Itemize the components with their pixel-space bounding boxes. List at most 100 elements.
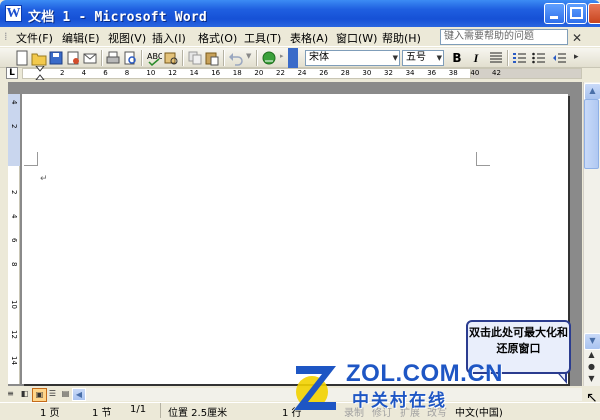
- ruler-tick: 24: [297, 69, 307, 77]
- bullet-list-icon[interactable]: [531, 50, 547, 66]
- reading-view-icon[interactable]: ▤: [59, 388, 72, 400]
- ruler-tick: 2: [10, 190, 18, 195]
- print-icon[interactable]: [105, 50, 121, 66]
- ruler-tick: 10: [10, 300, 18, 309]
- ruler-tick: 20: [254, 69, 264, 77]
- ruler-tick: 12: [168, 69, 177, 77]
- menu-format[interactable]: 格式(O): [198, 30, 237, 46]
- scroll-left-button[interactable]: ◀: [72, 388, 86, 401]
- outline-view-icon[interactable]: ☰: [46, 388, 59, 400]
- ruler-tick: 6: [10, 238, 18, 243]
- font-size-value: 五号: [406, 52, 426, 63]
- font-value: 宋体: [309, 52, 329, 63]
- menu-file[interactable]: 文件(F): [16, 30, 53, 46]
- scroll-down-button[interactable]: ▼: [584, 333, 600, 350]
- ruler-tick: 2: [10, 124, 18, 129]
- ruler-tick: 32: [384, 69, 393, 77]
- open-folder-icon[interactable]: [31, 50, 47, 66]
- ruler-margin: [8, 94, 20, 166]
- undo-dropdown-icon[interactable]: ▼: [246, 52, 251, 60]
- research-icon[interactable]: [163, 50, 179, 66]
- crop-mark: [24, 152, 38, 166]
- undo-icon[interactable]: [228, 50, 244, 66]
- ruler-tick: 6: [103, 69, 108, 77]
- ruler-tick: 28: [340, 69, 350, 77]
- menu-grip: ⁞: [4, 30, 8, 43]
- scrollbar-thumb[interactable]: [584, 99, 599, 169]
- ruler-tick: 34: [405, 69, 415, 77]
- watermark-brand-cn: 中关村在线: [352, 391, 447, 411]
- ruler-margin: [470, 68, 582, 79]
- ruler-tick: 16: [211, 69, 221, 77]
- web-view-icon[interactable]: ◧: [18, 388, 31, 400]
- toolbar-overflow-icon[interactable]: [288, 48, 298, 68]
- menu-table[interactable]: 表格(A): [290, 30, 328, 46]
- watermark-brand: ZOL.COM.CN: [346, 360, 503, 387]
- save-icon[interactable]: [48, 50, 64, 66]
- svg-text:ABC: ABC: [147, 52, 162, 61]
- ruler-tick: 2: [60, 69, 65, 77]
- crop-mark: [476, 152, 490, 166]
- word-icon[interactable]: W: [5, 5, 22, 22]
- ruler-tick: 30: [362, 69, 372, 77]
- paragraph-mark-icon: ↵: [40, 174, 48, 184]
- italic-button[interactable]: I: [468, 50, 484, 66]
- copy-icon[interactable]: [187, 50, 203, 66]
- help-search-input[interactable]: 键入需要帮助的问题: [440, 29, 568, 45]
- menu-insert[interactable]: 插入(I): [152, 30, 186, 46]
- toolbar-options-icon[interactable]: ▸: [280, 52, 284, 60]
- close-button[interactable]: [588, 3, 600, 24]
- toolbar-separator: [182, 50, 184, 66]
- scroll-up-button[interactable]: ▲: [584, 83, 600, 100]
- paste-icon[interactable]: [204, 50, 220, 66]
- font-size-select[interactable]: 五号 ▼: [402, 50, 444, 66]
- ruler-tick: 4: [81, 69, 87, 77]
- next-page-icon[interactable]: ▼: [585, 374, 598, 385]
- normal-view-icon[interactable]: ≡: [4, 388, 17, 400]
- status-page: 1 页: [40, 408, 60, 419]
- spelling-icon[interactable]: ABC: [146, 50, 162, 66]
- maximize-button[interactable]: [566, 3, 587, 24]
- indent-marker-icon[interactable]: [35, 66, 45, 80]
- status-pages: 1/1: [130, 404, 147, 415]
- toolbar-separator: [256, 50, 258, 66]
- ruler-tick: 42: [492, 69, 501, 77]
- maximize-icon: [570, 7, 583, 19]
- bold-button[interactable]: B: [449, 50, 465, 66]
- decrease-indent-icon[interactable]: [552, 50, 568, 66]
- tab-selector[interactable]: L: [6, 67, 18, 79]
- ruler-tick: 4: [10, 100, 18, 105]
- menu-window[interactable]: 窗口(W): [336, 30, 377, 46]
- font-select[interactable]: 宋体 ▼: [305, 50, 400, 66]
- select-browse-object-icon[interactable]: ●: [585, 362, 598, 373]
- ruler-tick: 8: [124, 69, 130, 77]
- close-icon[interactable]: ✕: [572, 31, 582, 45]
- hyperlink-icon[interactable]: [261, 50, 277, 66]
- print-preview-icon[interactable]: [122, 50, 138, 66]
- minimize-button[interactable]: [544, 3, 565, 24]
- align-justify-icon[interactable]: [488, 50, 504, 66]
- zol-logo-icon: [294, 366, 336, 410]
- menu-tools[interactable]: 工具(T): [244, 30, 281, 46]
- status-position: 位置 2.5厘米: [168, 408, 228, 419]
- new-document-icon[interactable]: [14, 50, 30, 66]
- ruler-tick: 40: [470, 69, 480, 77]
- numbered-list-icon[interactable]: [512, 50, 528, 66]
- ruler-tick: 22: [276, 69, 285, 77]
- ruler-tick: 8: [10, 262, 18, 267]
- permission-icon[interactable]: [65, 50, 81, 66]
- menu-edit[interactable]: 编辑(E): [62, 30, 100, 46]
- ruler-tick: 38: [448, 69, 458, 77]
- ruler-tick: 18: [232, 69, 242, 77]
- print-layout-icon[interactable]: ▣: [32, 388, 47, 402]
- email-icon[interactable]: [82, 50, 98, 66]
- menu-view[interactable]: 视图(V): [108, 30, 146, 46]
- ruler-tick: 26: [319, 69, 329, 77]
- ruler-tick: 12: [10, 330, 18, 339]
- ruler-tick: 14: [189, 69, 199, 77]
- toolbar-options-icon[interactable]: ▸: [574, 52, 579, 62]
- chevron-down-icon: ▼: [392, 54, 398, 62]
- ruler-tick: 4: [10, 214, 18, 219]
- previous-page-icon[interactable]: ▲: [585, 350, 598, 361]
- menu-help[interactable]: 帮助(H): [382, 30, 421, 46]
